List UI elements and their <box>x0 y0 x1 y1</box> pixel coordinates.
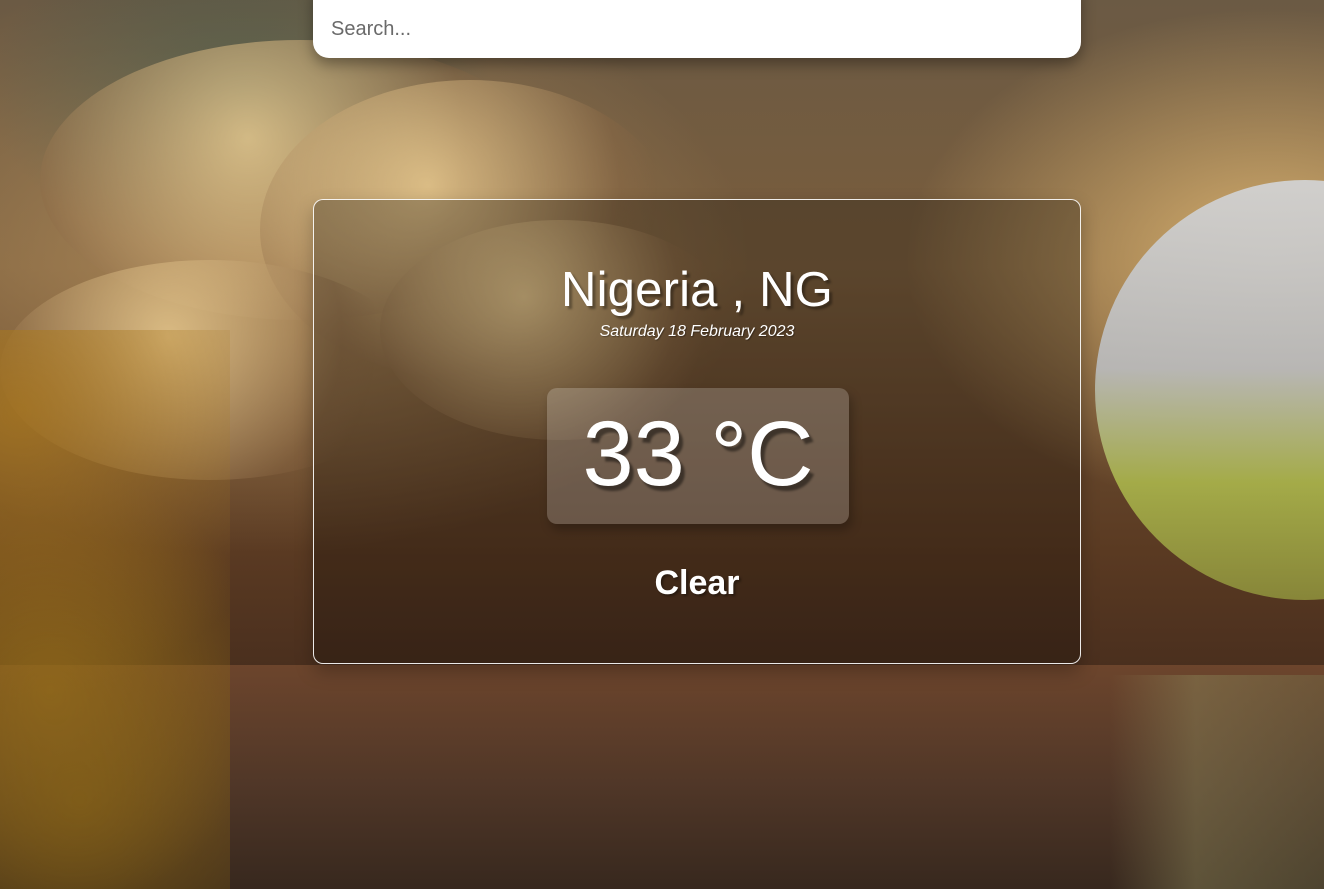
sun-shape <box>1095 180 1324 600</box>
sea-glint <box>1110 675 1324 889</box>
weather-condition: Clear <box>654 564 740 602</box>
date-text: Saturday 18 February 2023 <box>599 323 795 340</box>
search-input[interactable] <box>313 0 1081 58</box>
location-title: Nigeria , NG <box>561 263 833 317</box>
tree-foliage <box>0 330 230 889</box>
weather-card: Nigeria , NG Saturday 18 February 2023 3… <box>313 199 1081 664</box>
temperature-box: 33 °C <box>547 388 849 524</box>
temperature-value: 33 °C <box>582 403 814 505</box>
search-bar <box>313 0 1081 58</box>
